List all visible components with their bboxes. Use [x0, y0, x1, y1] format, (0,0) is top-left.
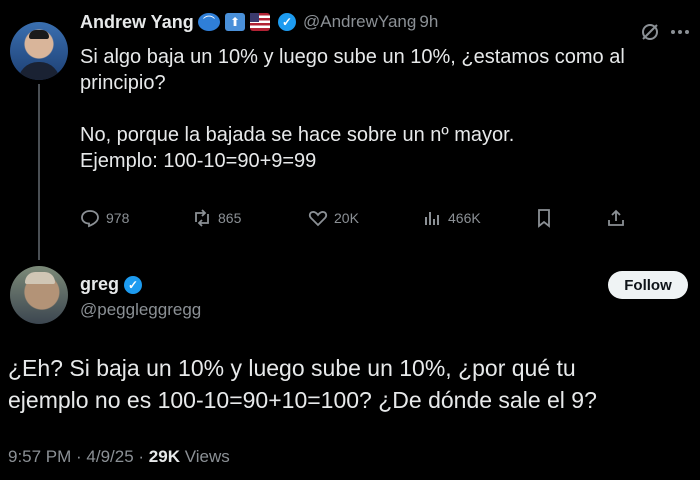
bookmark-button[interactable]	[534, 208, 554, 228]
more-icon[interactable]	[668, 22, 692, 42]
avatar-suit	[18, 62, 60, 80]
reply-button[interactable]: 978	[80, 208, 129, 228]
avatar-andrew-yang[interactable]	[10, 22, 68, 80]
post-time[interactable]: · 9h	[409, 12, 438, 32]
blue-cap-emoji-icon: ⌒	[198, 13, 220, 31]
avatar-greg[interactable]	[10, 266, 68, 324]
like-icon	[308, 211, 328, 227]
us-flag-emoji-icon	[250, 13, 270, 31]
views-icon	[425, 212, 439, 225]
bookmark-icon	[538, 209, 550, 228]
action-bar: 978 865 20K 466K	[80, 208, 640, 234]
post-views-count: 29K	[148, 447, 180, 466]
post-views-label: Views	[179, 447, 230, 466]
reply-author-handle[interactable]: @peggleggregg	[80, 300, 201, 320]
up-arrow-emoji-icon: ⬆	[225, 13, 245, 31]
reply-author-name[interactable]: greg	[80, 274, 119, 295]
like-count: 20K	[334, 210, 359, 226]
reply-icon	[81, 210, 99, 228]
grok-icon[interactable]	[640, 22, 660, 42]
reply-count: 978	[106, 210, 130, 226]
verified-badge-icon: ✓	[278, 13, 296, 31]
like-button[interactable]: 20K	[308, 208, 359, 228]
share-icon	[608, 209, 624, 226]
share-button[interactable]	[606, 208, 626, 228]
author-handle[interactable]: @AndrewYang	[303, 12, 416, 32]
avatar-hair	[29, 30, 49, 39]
retweet-count: 865	[218, 210, 242, 226]
author-name[interactable]: Andrew Yang	[80, 12, 194, 33]
tweet-text: Si algo baja un 10% y luego sube un 10%,…	[80, 46, 625, 172]
post-timestamp[interactable]: 9:57 PM · 4/9/25 ·	[8, 447, 149, 466]
reply-text: ¿Eh? Si baja un 10% y luego sube un 10%,…	[8, 355, 597, 413]
retweet-button[interactable]: 865	[192, 208, 241, 228]
retweet-icon	[195, 209, 209, 227]
thread-connector	[38, 84, 40, 260]
views-button[interactable]: 466K	[422, 208, 481, 228]
verified-badge-icon: ✓	[124, 276, 142, 294]
avatar-hat	[25, 272, 55, 284]
follow-button[interactable]: Follow	[608, 271, 688, 299]
post-metadata: 9:57 PM · 4/9/25 · 29K Views	[8, 447, 230, 467]
views-count: 466K	[448, 210, 481, 226]
